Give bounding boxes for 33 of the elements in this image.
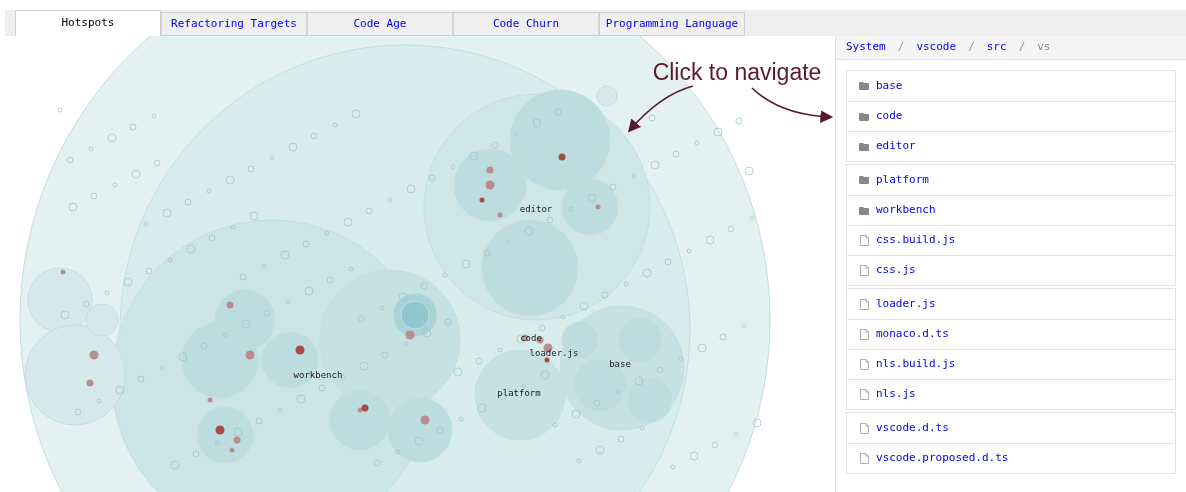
breadcrumb-link[interactable]: System [846, 39, 886, 56]
annotation-text: Click to navigate [652, 59, 822, 85]
breadcrumb-separator: / [897, 39, 905, 56]
folder-icon [859, 176, 869, 184]
file-icon [859, 235, 869, 246]
breadcrumb-separator: / [968, 39, 975, 56]
folder-icon [859, 142, 869, 151]
arrow [627, 85, 694, 133]
bubble-label: code [520, 333, 542, 343]
file-icon [859, 453, 869, 464]
bubble-label: loader.js [529, 348, 579, 358]
tab[interactable]: Refactoring Targets [161, 12, 307, 36]
folder-icon [859, 82, 869, 90]
bubble-label: platform [497, 388, 541, 398]
bubble-label: editor [519, 204, 553, 214]
breadcrumb-link[interactable]: src [986, 39, 1007, 56]
bubble-label: base [609, 359, 631, 369]
folder-icon [859, 206, 869, 215]
file-icon [859, 265, 869, 276]
breadcrumb-current: vs [1037, 39, 1051, 56]
tab[interactable]: Programming Language [599, 12, 745, 36]
file-icon [859, 329, 869, 340]
folder-icon [859, 112, 869, 121]
file-icon [859, 389, 869, 400]
file-icon [859, 359, 869, 370]
file-icon [859, 298, 869, 310]
breadcrumb-link[interactable]: vscode [916, 39, 957, 56]
file-icon [859, 422, 869, 434]
tab[interactable]: Code Churn [453, 12, 599, 36]
bubble-label: workbench [293, 370, 343, 380]
breadcrumb-separator: / [1018, 39, 1026, 56]
tab[interactable]: Hotspots [15, 10, 161, 36]
tab[interactable]: Code Age [307, 12, 453, 36]
